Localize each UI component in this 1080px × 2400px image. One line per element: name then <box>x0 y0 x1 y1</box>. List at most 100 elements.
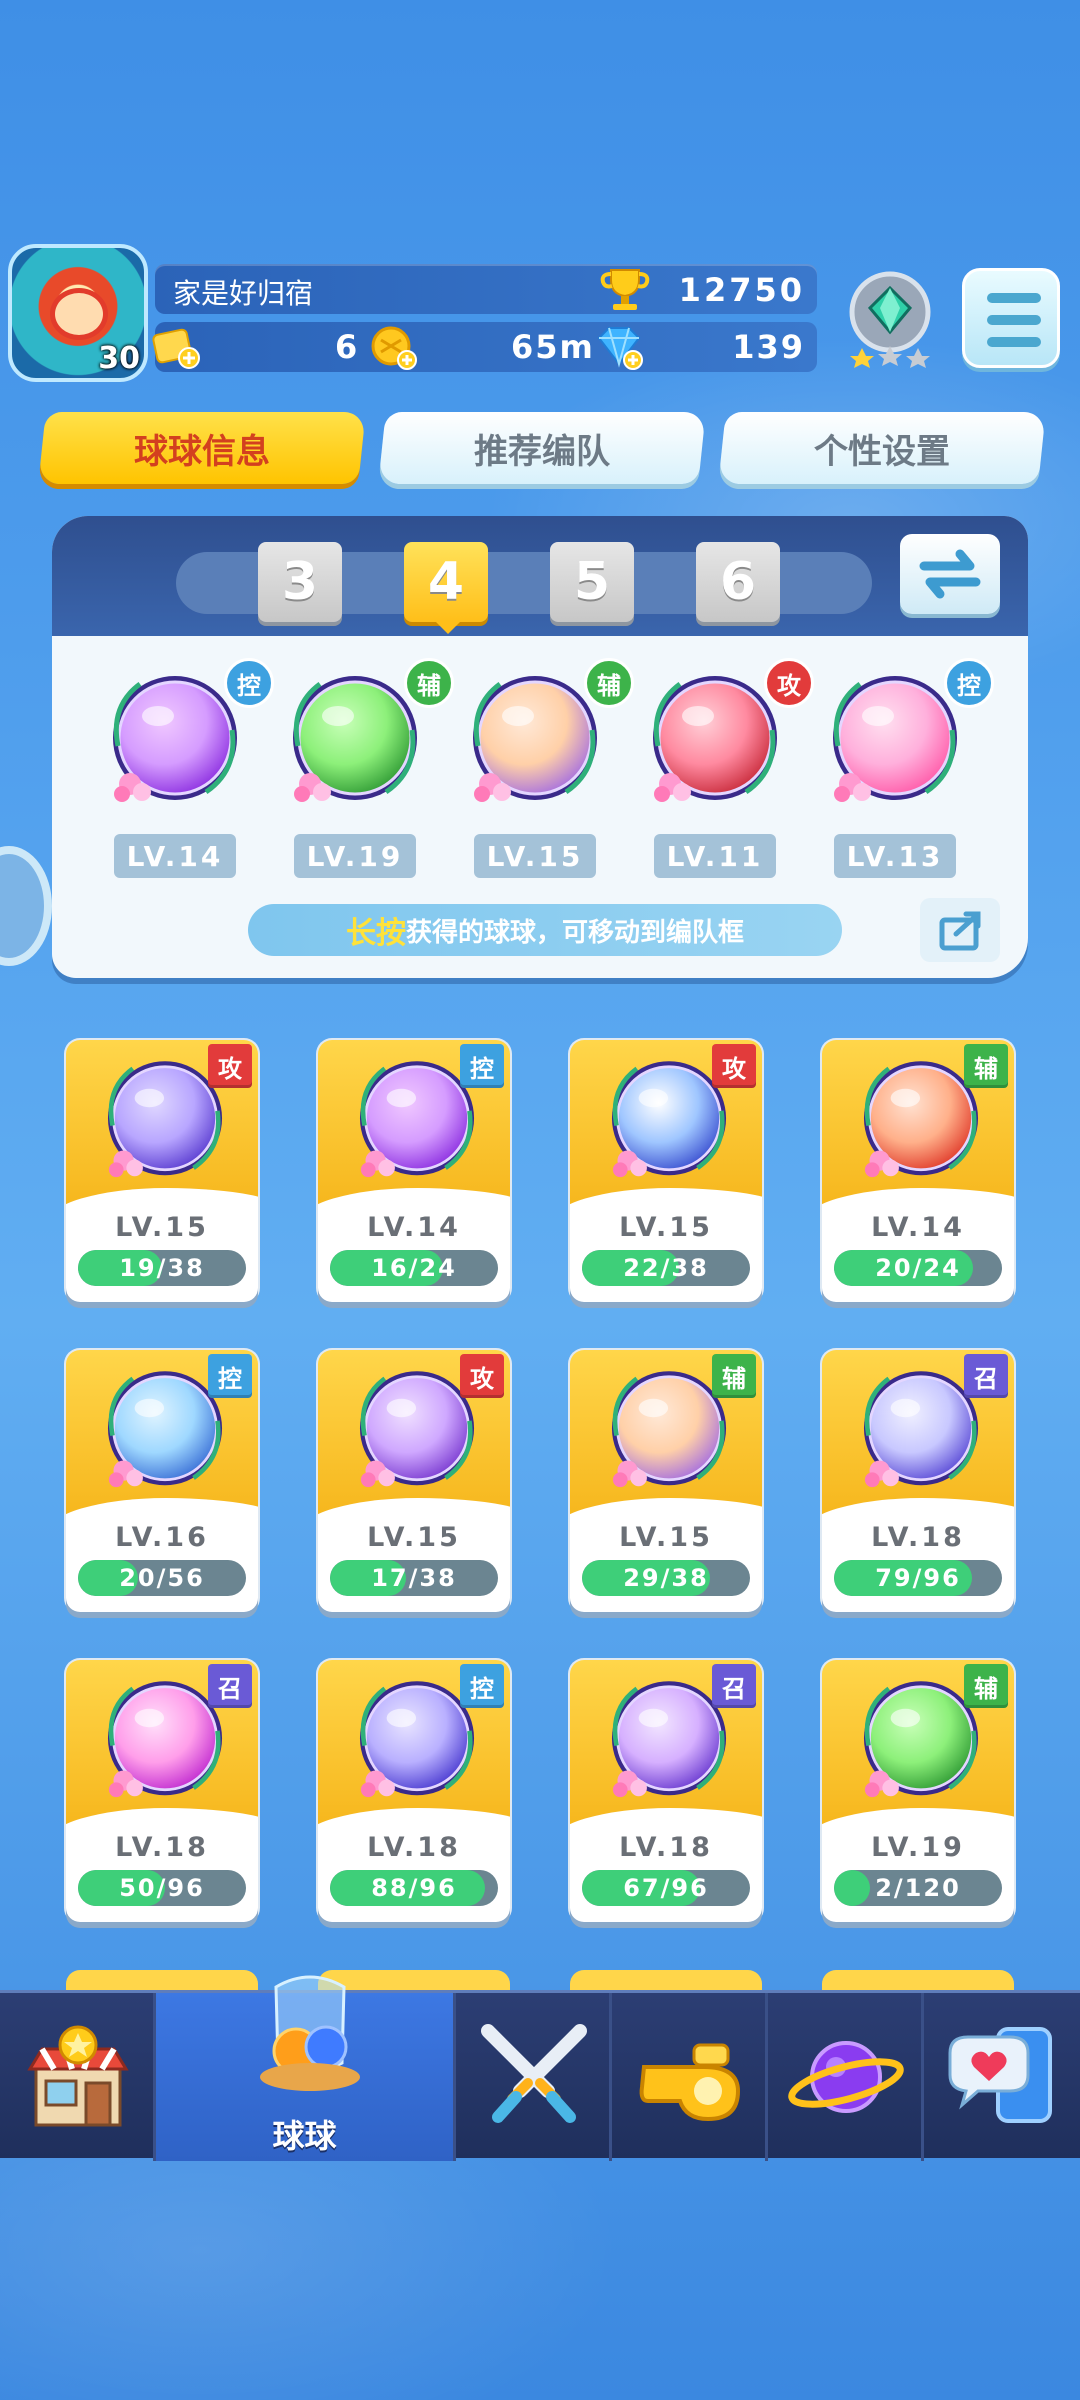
ball-card[interactable]: 召 LV.18 79/96 <box>822 1350 1014 1612</box>
hint-text: 获得的球球，可移动到编队框 <box>405 917 744 948</box>
role-tag: 控 <box>460 1044 504 1088</box>
card-progress-bar: 79/96 <box>834 1560 1002 1596</box>
coin-count: 65m <box>511 328 595 366</box>
tab-label: 球球信息 <box>134 431 270 472</box>
role-tag: 控 <box>944 658 994 708</box>
team-member-level: LV.19 <box>294 834 416 878</box>
nav-social[interactable] <box>924 1993 1080 2161</box>
card-progress-bar: 19/38 <box>78 1250 246 1286</box>
card-progress-text: 88/96 <box>371 1874 457 1902</box>
team-member-ball[interactable]: 辅 <box>280 658 454 816</box>
card-progress-text: 16/24 <box>371 1254 457 1282</box>
card-progress-text: 79/96 <box>875 1564 961 1592</box>
nav-shop[interactable] <box>0 1993 156 2161</box>
card-level: LV.18 <box>871 1522 965 1553</box>
share-icon <box>939 911 981 951</box>
player-info-bar: 家是好归宿 12750 <box>155 264 817 314</box>
role-tag: 召 <box>964 1354 1008 1398</box>
ball-card[interactable]: 攻 LV.15 22/38 <box>570 1040 762 1302</box>
side-edge-button[interactable] <box>0 846 52 966</box>
chat-heart-icon <box>948 2027 1052 2123</box>
card-level: LV.14 <box>367 1212 461 1243</box>
role-tag: 控 <box>224 658 274 708</box>
role-tag: 辅 <box>404 658 454 708</box>
card-progress-text: 2/120 <box>875 1874 961 1902</box>
team-panel: 3 4 5 6 控 LV.14 辅 LV.19 辅 LV.15 攻 LV.11 … <box>52 516 1028 978</box>
menu-icon-line <box>987 315 1041 325</box>
role-tag: 攻 <box>764 658 814 708</box>
role-tag: 攻 <box>208 1044 252 1088</box>
role-tag: 攻 <box>712 1044 756 1088</box>
card-progress-text: 20/56 <box>119 1564 205 1592</box>
team-slot-3[interactable]: 3 <box>258 542 342 622</box>
ball-card[interactable]: 辅 LV.19 2/120 <box>822 1660 1014 1922</box>
team-member-level: LV.11 <box>654 834 776 878</box>
swap-team-button[interactable] <box>900 534 1000 614</box>
hint-highlight: 长按 <box>345 916 406 951</box>
tab-ball-info[interactable]: 球球信息 <box>38 412 366 484</box>
hint-banner: 长按 获得的球球，可移动到编队框 <box>248 904 842 956</box>
crossed-swords-icon <box>481 2024 587 2123</box>
nav-label-balls: 球球 <box>272 2117 337 2155</box>
card-progress-text: 17/38 <box>371 1564 457 1592</box>
ball-card[interactable]: 控 LV.18 88/96 <box>318 1660 510 1922</box>
ball-card[interactable]: 控 LV.16 20/56 <box>66 1350 258 1612</box>
role-tag: 控 <box>208 1354 252 1398</box>
card-progress-bar: 20/24 <box>834 1250 1002 1286</box>
team-member-ball[interactable]: 控 <box>100 658 274 816</box>
ticket-add-icon[interactable] <box>149 322 201 372</box>
menu-button[interactable] <box>962 268 1060 368</box>
card-progress-bar: 16/24 <box>330 1250 498 1286</box>
card-level: LV.19 <box>871 1832 965 1863</box>
ball-card[interactable]: 攻 LV.15 17/38 <box>318 1350 510 1612</box>
nav-battle[interactable] <box>456 1993 612 2161</box>
card-progress-bar: 22/38 <box>582 1250 750 1286</box>
team-member-level: LV.13 <box>834 834 956 878</box>
ball-card[interactable]: 辅 LV.15 29/38 <box>570 1350 762 1612</box>
ball-card[interactable]: 召 LV.18 67/96 <box>570 1660 762 1922</box>
nav-whistle[interactable] <box>612 1993 768 2161</box>
tab-personal-settings[interactable]: 个性设置 <box>718 412 1046 484</box>
team-member-ball[interactable]: 攻 <box>640 658 814 816</box>
role-tag: 召 <box>208 1664 252 1708</box>
team-slot-4[interactable]: 4 <box>404 542 488 622</box>
tab-label: 个性设置 <box>814 431 950 472</box>
card-level: LV.15 <box>115 1212 209 1243</box>
menu-icon-line <box>987 337 1041 347</box>
swap-arrows-icon <box>919 549 981 599</box>
card-progress-text: 29/38 <box>623 1564 709 1592</box>
role-tag: 辅 <box>964 1044 1008 1088</box>
role-tag: 控 <box>460 1664 504 1708</box>
ball-card[interactable]: 召 LV.18 50/96 <box>66 1660 258 1922</box>
player-name: 家是好归宿 <box>173 277 314 310</box>
tab-recommended-team[interactable]: 推荐编队 <box>378 412 706 484</box>
team-slot-6[interactable]: 6 <box>696 542 780 622</box>
card-progress-text: 67/96 <box>623 1874 709 1902</box>
card-progress-bar: 88/96 <box>330 1870 498 1906</box>
avatar-face <box>50 288 108 340</box>
menu-icon-line <box>987 293 1041 303</box>
role-tag: 攻 <box>460 1354 504 1398</box>
resource-bar: 6 65m 139 <box>152 322 817 372</box>
whistle-icon <box>639 2043 741 2122</box>
player-avatar[interactable]: 30 <box>8 244 148 382</box>
nav-planet[interactable] <box>768 1993 924 2161</box>
team-slot-5[interactable]: 5 <box>550 542 634 622</box>
team-member-ball[interactable]: 辅 <box>460 658 634 816</box>
card-progress-bar: 29/38 <box>582 1560 750 1596</box>
card-progress-text: 20/24 <box>875 1254 961 1282</box>
ball-card[interactable]: 控 LV.14 16/24 <box>318 1040 510 1302</box>
team-member-ball[interactable]: 控 <box>820 658 994 816</box>
shop-icon <box>27 2025 129 2127</box>
team-member-level: LV.14 <box>114 834 236 878</box>
ball-card[interactable]: 攻 LV.15 19/38 <box>66 1040 258 1302</box>
card-progress-bar: 2/120 <box>834 1870 1002 1906</box>
team-member-level: LV.15 <box>474 834 596 878</box>
share-button[interactable] <box>920 898 1000 962</box>
rank-badge-icon[interactable] <box>840 268 940 368</box>
ball-card[interactable]: 辅 LV.14 20/24 <box>822 1040 1014 1302</box>
nav-balls[interactable]: 球球 <box>156 1975 456 2161</box>
coin-add-icon[interactable] <box>367 322 419 372</box>
gem-add-icon[interactable] <box>593 322 645 372</box>
active-slot-pointer <box>434 620 462 634</box>
